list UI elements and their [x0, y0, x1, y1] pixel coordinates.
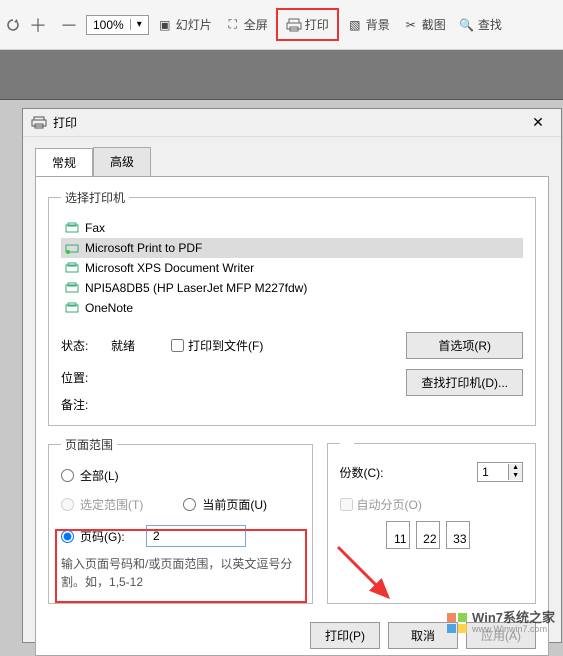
close-button[interactable]: ✕ — [523, 114, 553, 131]
zoom-out-button[interactable]: － — [55, 9, 83, 41]
copies-group: c 份数(C): ▲▼ 自动分页(O) 11 22 33 — [327, 436, 536, 604]
range-selection-radio[interactable]: 选定范围(T) — [61, 496, 143, 513]
doc-icon: 33 — [446, 521, 470, 549]
doc-icon: 11 — [386, 521, 410, 549]
notes-label: 备注: — [61, 396, 111, 413]
copies-label: 份数(C): — [340, 464, 470, 481]
fax-icon — [65, 222, 79, 234]
range-all-radio[interactable]: 全部(L) — [61, 467, 300, 484]
collate-checkbox[interactable]: 自动分页(O) — [340, 496, 523, 513]
preferences-button[interactable]: 首选项(R) — [406, 332, 523, 359]
chevron-down-icon: ▾ — [130, 19, 142, 30]
printer-item[interactable]: Fax — [61, 218, 523, 238]
spin-down-icon[interactable]: ▼ — [509, 472, 522, 480]
find-button[interactable]: 🔍 查找 — [454, 13, 507, 36]
document-area — [0, 50, 563, 100]
printer-item[interactable]: OneNote — [61, 298, 523, 318]
screenshot-button[interactable]: ✂ 截图 — [398, 13, 451, 36]
fullscreen-button[interactable]: ⛶ 全屏 — [220, 13, 273, 36]
slides-button[interactable]: ▣ 幻灯片 — [152, 13, 217, 36]
copies-spinner[interactable]: ▲▼ — [477, 462, 523, 482]
spin-up-icon[interactable]: ▲ — [509, 464, 522, 472]
printer-select-group: 选择打印机 Fax Microsoft Print to PDF Microso… — [48, 189, 536, 426]
dialog-title: 打印 — [53, 114, 523, 131]
page-range-legend: 页面范围 — [61, 436, 117, 453]
printer-icon — [65, 242, 79, 254]
find-printer-button[interactable]: 查找打印机(D)... — [406, 369, 523, 396]
doc-icon: 22 — [416, 521, 440, 549]
print-dialog: 打印 ✕ 常规 高级 选择打印机 Fax Microsoft Print to … — [22, 108, 562, 643]
highlight-annotation — [55, 529, 307, 603]
printer-icon — [65, 282, 79, 294]
slides-icon: ▣ — [157, 17, 173, 33]
dialog-tabs: 常规 高级 — [23, 137, 561, 176]
range-current-radio[interactable]: 当前页面(U) — [183, 496, 267, 513]
tab-advanced[interactable]: 高级 — [93, 147, 151, 176]
search-icon: 🔍 — [459, 17, 475, 33]
app-toolbar: ＋ － 100% ▾ ▣ 幻灯片 ⛶ 全屏 打印 ▧ 背景 ✂ 截图 🔍 查找 — [0, 0, 563, 50]
print-button[interactable]: 打印 — [276, 8, 339, 41]
scissors-icon: ✂ — [403, 17, 419, 33]
tab-general[interactable]: 常规 — [35, 148, 93, 177]
background-button[interactable]: ▧ 背景 — [342, 13, 395, 36]
refresh-icon[interactable] — [5, 17, 21, 33]
page-range-group: 页面范围 全部(L) 选定范围(T) 当前页面(U) — [48, 436, 313, 604]
printer-list[interactable]: Fax Microsoft Print to PDF Microsoft XPS… — [61, 218, 523, 318]
printer-item[interactable]: NPI5A8DB5 (HP LaserJet MFP M227fdw) — [61, 278, 523, 298]
printer-item[interactable]: Microsoft XPS Document Writer — [61, 258, 523, 278]
zoom-select[interactable]: 100% ▾ — [86, 15, 149, 35]
printer-icon — [65, 302, 79, 314]
status-label: 状态: — [61, 337, 111, 354]
tab-panel-general: 选择打印机 Fax Microsoft Print to PDF Microso… — [35, 176, 549, 656]
printer-select-legend: 选择打印机 — [61, 189, 129, 206]
zoom-in-button[interactable]: ＋ — [24, 9, 52, 41]
dialog-titlebar: 打印 ✕ — [23, 109, 561, 137]
fullscreen-icon: ⛶ — [225, 17, 241, 33]
printer-icon — [286, 17, 302, 33]
printer-icon — [65, 262, 79, 274]
background-icon: ▧ — [347, 17, 363, 33]
collate-illustration: 11 22 33 — [386, 521, 523, 549]
zoom-value: 100% — [93, 18, 124, 32]
print-to-file-checkbox[interactable]: 打印到文件(F) — [171, 337, 406, 354]
printer-icon — [31, 115, 47, 131]
location-label: 位置: — [61, 369, 111, 386]
status-value: 就绪 — [111, 337, 171, 354]
printer-item[interactable]: Microsoft Print to PDF — [61, 238, 523, 258]
